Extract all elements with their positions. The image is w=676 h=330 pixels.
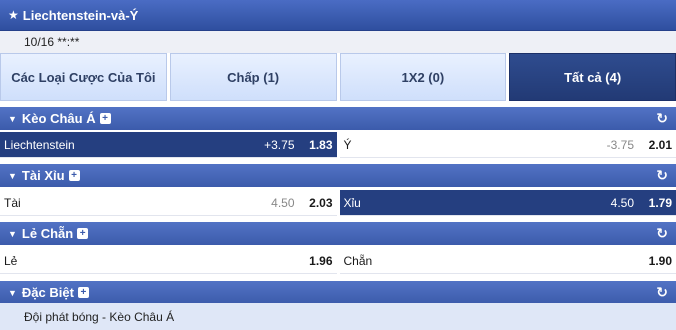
plus-box-icon[interactable]: + bbox=[77, 228, 89, 239]
caret-down-icon[interactable]: ▼ bbox=[8, 171, 17, 181]
star-icon[interactable]: ★ bbox=[8, 8, 19, 22]
section-title: Tài Xỉu bbox=[21, 168, 65, 183]
plus-box-icon[interactable]: + bbox=[77, 287, 89, 298]
odds-cell-even[interactable]: Chẵn 1.90 bbox=[339, 248, 676, 274]
odds-row-over-under: Tài 4.50 2.03 Xỉu 4.50 1.79 bbox=[0, 190, 676, 216]
bet-name: Lẻ bbox=[4, 253, 18, 268]
odds-cell-home[interactable]: Liechtenstein +3.75 1.83 bbox=[0, 132, 337, 158]
tab-handicap[interactable]: Chấp (1) bbox=[169, 53, 337, 101]
odds-value: 2.03 bbox=[309, 195, 333, 210]
tab-my-bets[interactable]: Các Loại Cược Của Tôi bbox=[0, 53, 167, 101]
special-bet-label: Đội phát bóng - Kèo Châu Á bbox=[24, 309, 175, 324]
plus-box-icon[interactable]: + bbox=[68, 170, 80, 181]
section-header-special[interactable]: ▼ Đặc Biệt + ↻ bbox=[0, 281, 676, 304]
section-title: Đặc Biệt bbox=[21, 285, 74, 300]
odds-row-odd-even: Lẻ 1.96 Chẵn 1.90 bbox=[0, 248, 676, 274]
odds-value: 1.90 bbox=[648, 253, 672, 268]
caret-down-icon[interactable]: ▼ bbox=[8, 114, 17, 124]
caret-down-icon[interactable]: ▼ bbox=[8, 229, 17, 239]
match-title: Liechtenstein-và-Ý bbox=[22, 7, 139, 23]
line-value: 4.50 bbox=[610, 195, 634, 210]
refresh-icon[interactable]: ↻ bbox=[656, 225, 668, 242]
bet-name: Tài bbox=[4, 195, 21, 210]
special-bet-item[interactable]: Đội phát bóng - Kèo Châu Á bbox=[0, 303, 676, 330]
section-title: Lẻ Chẵn bbox=[21, 226, 74, 241]
section-title: Kèo Châu Á bbox=[21, 111, 96, 126]
odds-cell-away[interactable]: Ý -3.75 2.01 bbox=[339, 132, 676, 158]
odds-value: 1.79 bbox=[648, 195, 672, 210]
team-name: Ý bbox=[343, 137, 352, 152]
section-header-asian-handicap[interactable]: ▼ Kèo Châu Á + ↻ bbox=[0, 107, 676, 130]
bet-name: Chẵn bbox=[343, 253, 373, 268]
match-date-text: 10/16 **:** bbox=[24, 35, 80, 49]
section-header-odd-even[interactable]: ▼ Lẻ Chẵn + ↻ bbox=[0, 222, 676, 245]
odds-value: 1.96 bbox=[309, 253, 333, 268]
section-header-over-under[interactable]: ▼ Tài Xỉu + ↻ bbox=[0, 164, 676, 187]
handicap-value: +3.75 bbox=[264, 137, 295, 152]
odds-cell-over[interactable]: Tài 4.50 2.03 bbox=[0, 190, 337, 216]
match-date: 10/16 **:** bbox=[0, 31, 676, 53]
refresh-icon[interactable]: ↻ bbox=[656, 167, 668, 184]
plus-box-icon[interactable]: + bbox=[99, 113, 111, 124]
odds-row-asian-handicap: Liechtenstein +3.75 1.83 Ý -3.75 2.01 bbox=[0, 132, 676, 158]
team-name: Liechtenstein bbox=[4, 137, 75, 152]
odds-cell-odd[interactable]: Lẻ 1.96 bbox=[0, 248, 337, 274]
bet-name: Xỉu bbox=[343, 195, 361, 210]
tab-1x2[interactable]: 1X2 (0) bbox=[339, 53, 507, 101]
line-value: 4.50 bbox=[271, 195, 295, 210]
refresh-icon[interactable]: ↻ bbox=[656, 110, 668, 127]
odds-cell-under[interactable]: Xỉu 4.50 1.79 bbox=[339, 190, 676, 216]
tab-all[interactable]: Tất cả (4) bbox=[509, 53, 676, 101]
match-title-bar: ★ Liechtenstein-và-Ý bbox=[0, 0, 676, 31]
handicap-value: -3.75 bbox=[606, 137, 634, 152]
refresh-icon[interactable]: ↻ bbox=[656, 284, 668, 301]
bet-type-tabs: Các Loại Cược Của Tôi Chấp (1) 1X2 (0) T… bbox=[0, 53, 676, 101]
caret-down-icon[interactable]: ▼ bbox=[8, 288, 17, 298]
odds-value: 1.83 bbox=[309, 137, 333, 152]
odds-value: 2.01 bbox=[648, 137, 672, 152]
